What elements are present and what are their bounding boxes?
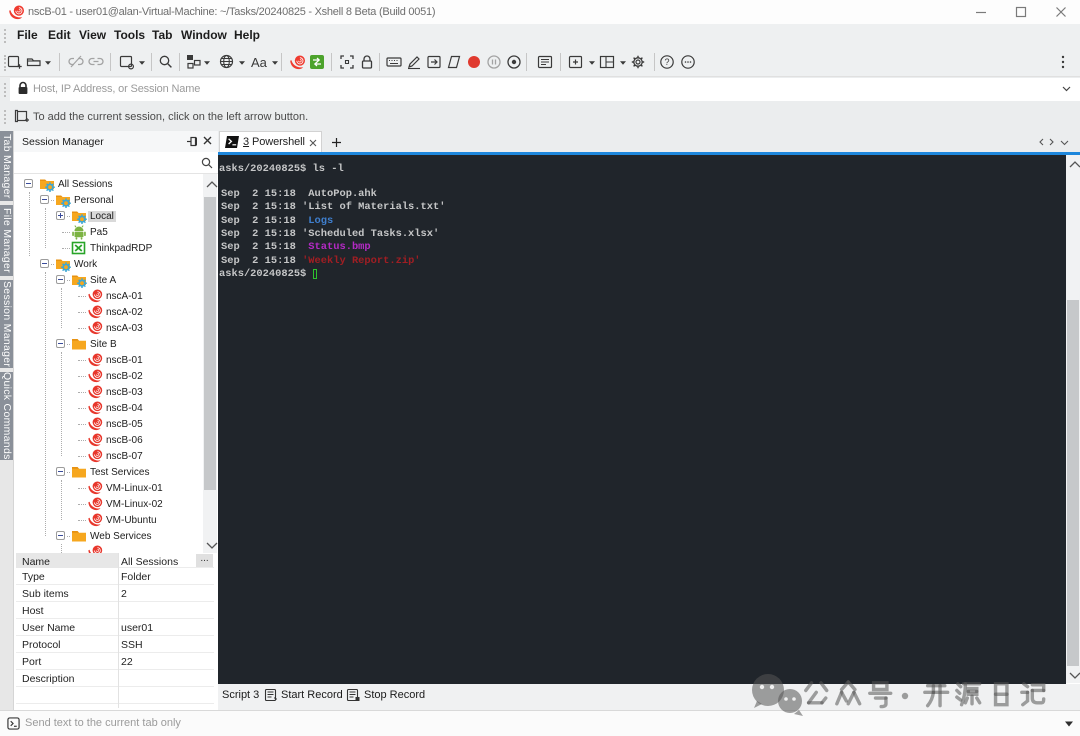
svg-text:?: ? [664, 57, 669, 67]
